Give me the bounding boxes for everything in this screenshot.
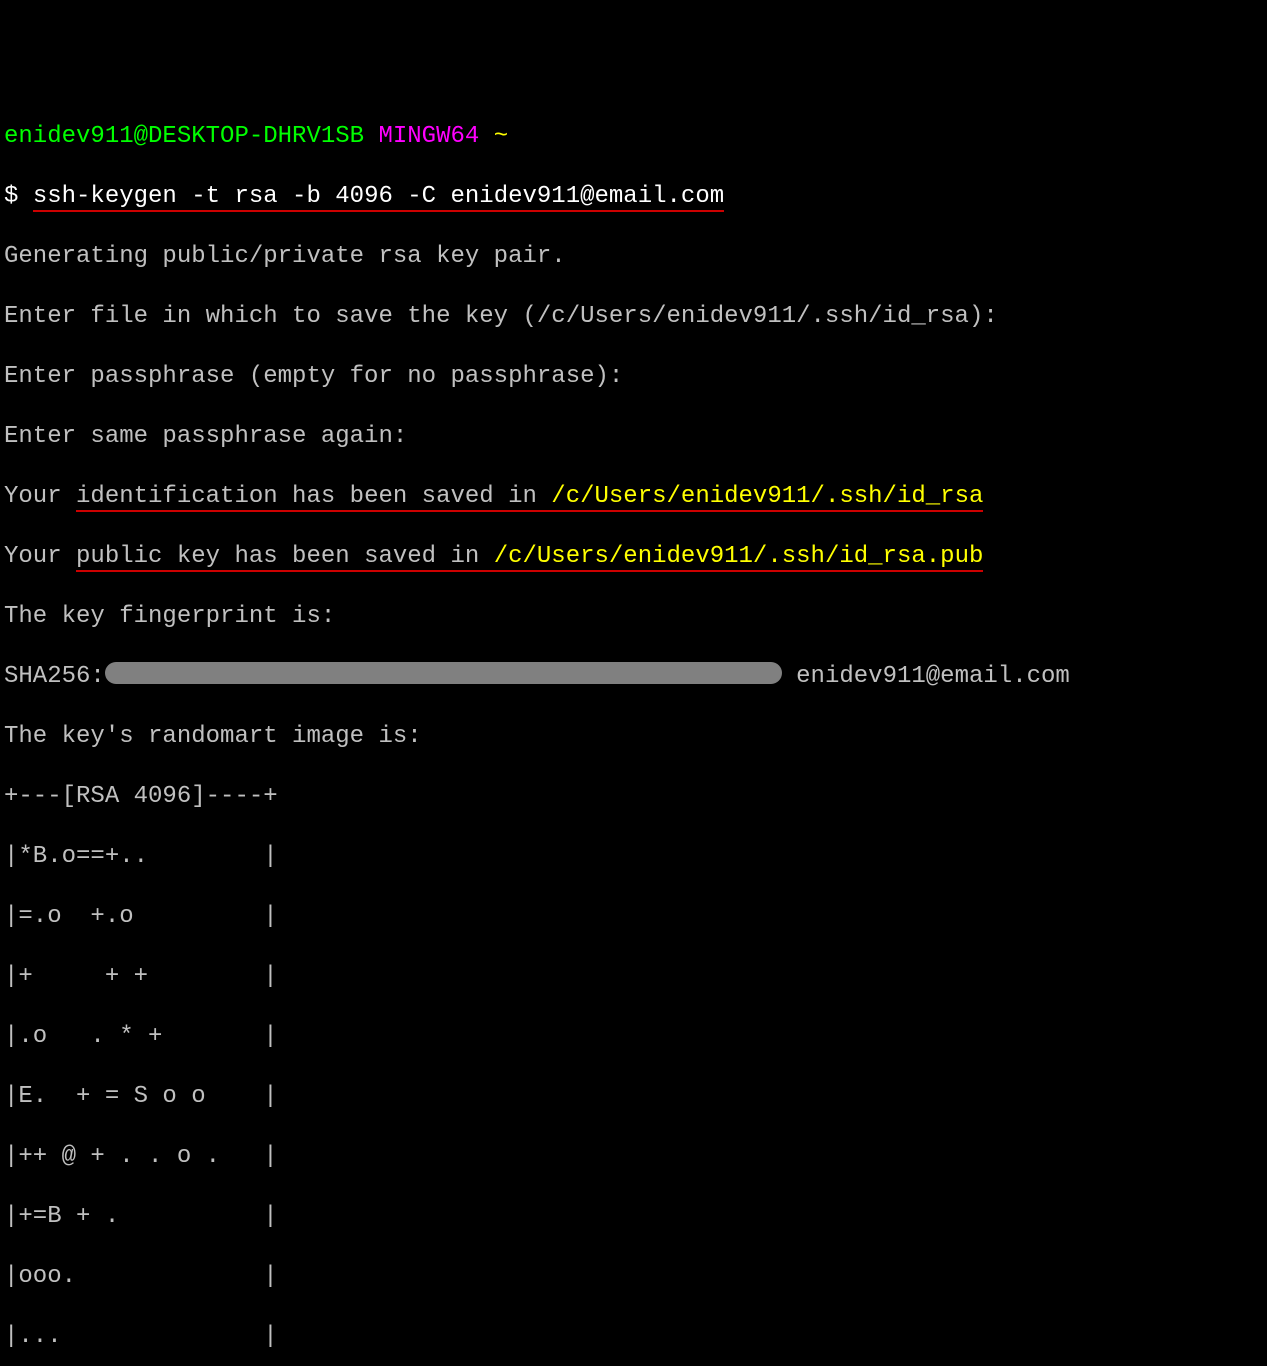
id-rsa-path: /c/Users/enidev911/.ssh/id_rsa	[551, 483, 983, 512]
id-rsa-pub-path: /c/Users/enidev911/.ssh/id_rsa.pub	[494, 543, 984, 572]
output-enter-passphrase: Enter passphrase (empty for no passphras…	[4, 362, 1263, 392]
output-fingerprint-label: The key fingerprint is:	[4, 602, 1263, 632]
output-identification-saved: Your identification has been saved in /c…	[4, 482, 1263, 512]
fingerprint-email: enidev911@email.com	[782, 663, 1070, 690]
output-enter-passphrase-again: Enter same passphrase again:	[4, 422, 1263, 452]
output-randomart-label: The key's randomart image is:	[4, 722, 1263, 752]
randomart-row: |.o . * + |	[4, 1022, 1263, 1052]
randomart-row: |+ + + |	[4, 962, 1263, 992]
command-text: ssh-keygen -t rsa -b 4096 -C enidev911@e…	[33, 183, 724, 212]
path-indicator: ~	[494, 123, 508, 150]
randomart-row: |++ @ + . . o . |	[4, 1142, 1263, 1172]
output-generating: Generating public/private rsa key pair.	[4, 242, 1263, 272]
randomart-row: |*B.o==+.. |	[4, 842, 1263, 872]
output-pubkey-saved: Your public key has been saved in /c/Use…	[4, 542, 1263, 572]
user-host: enidev911@DESKTOP-DHRV1SB	[4, 123, 364, 150]
randomart-row: |+=B + . |	[4, 1202, 1263, 1232]
output-fingerprint-value: SHA256: enidev911@email.com	[4, 662, 1263, 692]
prompt-line: enidev911@DESKTOP-DHRV1SB MINGW64 ~	[4, 122, 1263, 152]
randomart-row: |ooo. |	[4, 1262, 1263, 1292]
fingerprint-redacted	[105, 662, 782, 684]
randomart-row: |... |	[4, 1322, 1263, 1352]
mingw-label: MINGW64	[378, 123, 479, 150]
output-enter-file: Enter file in which to save the key (/c/…	[4, 302, 1263, 332]
prompt-symbol: $	[4, 183, 18, 210]
randomart-row: +---[RSA 4096]----+	[4, 782, 1263, 812]
randomart-row: |E. + = S o o |	[4, 1082, 1263, 1112]
randomart-row: |=.o +.o |	[4, 902, 1263, 932]
command-line[interactable]: $ ssh-keygen -t rsa -b 4096 -C enidev911…	[4, 182, 1263, 212]
